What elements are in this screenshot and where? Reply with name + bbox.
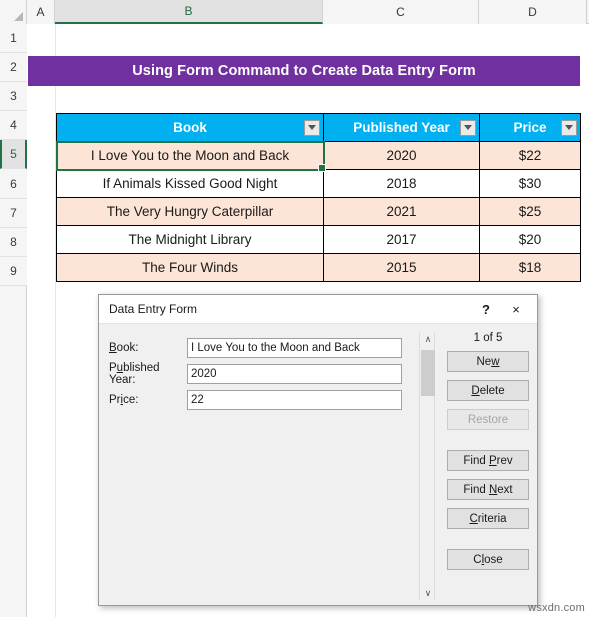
column-header-b[interactable]: B <box>55 0 323 24</box>
column-header-row: A B C D <box>0 0 589 24</box>
find-prev-button[interactable]: Find Prev <box>447 450 529 471</box>
row-header-2[interactable]: 2 <box>0 53 27 82</box>
watermark: wsxdn.com <box>528 602 585 614</box>
field-label-published-year: Published Year: <box>109 362 160 386</box>
cell-book-2[interactable]: If Animals Kissed Good Night <box>56 169 324 198</box>
field-label-price: Price: <box>109 394 139 406</box>
cell-price-2[interactable]: $30 <box>479 169 581 198</box>
cell-book-5[interactable]: The Four Winds <box>56 253 324 282</box>
scroll-down-icon[interactable]: ∨ <box>420 586 436 600</box>
row-header-9[interactable]: 9 <box>0 257 27 286</box>
record-counter: 1 of 5 <box>473 332 503 344</box>
record-scrollbar[interactable]: ∧ ∨ <box>419 332 435 600</box>
cell-price-4[interactable]: $20 <box>479 225 581 254</box>
cell-year-1[interactable]: 2020 <box>323 141 480 170</box>
table-row: The Very Hungry Caterpillar 2021 $25 <box>56 197 581 226</box>
delete-button[interactable]: Delete <box>447 380 529 401</box>
close-icon[interactable]: × <box>501 296 531 322</box>
row-header-strip: 1 2 3 4 5 6 7 8 9 <box>0 24 27 617</box>
row-header-5[interactable]: 5 <box>0 140 27 169</box>
table-header-price[interactable]: Price <box>479 113 581 142</box>
cell-year-2[interactable]: 2018 <box>323 169 480 198</box>
cell-price-3[interactable]: $25 <box>479 197 581 226</box>
dialog-button-column: 1 of 5 New Delete Restore Find Prev Find… <box>447 332 529 578</box>
table-header-published-year[interactable]: Published Year <box>323 113 480 142</box>
column-header-a[interactable]: A <box>27 0 55 24</box>
row-header-4[interactable]: 4 <box>0 111 27 140</box>
scrollbar-thumb[interactable] <box>421 350 435 396</box>
scroll-up-icon[interactable]: ∧ <box>420 332 436 346</box>
worksheet-title-banner: Using Form Command to Create Data Entry … <box>28 56 580 86</box>
restore-button[interactable]: Restore <box>447 409 529 430</box>
column-header-d[interactable]: D <box>479 0 587 24</box>
table-row: The Four Winds 2015 $18 <box>56 253 581 282</box>
select-all-corner[interactable] <box>0 0 27 24</box>
table-row: I Love You to the Moon and Back 2020 $22 <box>55 140 581 173</box>
find-next-button[interactable]: Find Next <box>447 479 529 500</box>
row-header-7[interactable]: 7 <box>0 199 27 228</box>
criteria-button[interactable]: Criteria <box>447 508 529 529</box>
new-button[interactable]: New <box>447 351 529 372</box>
dialog-body: Book: Published Year: Price: ∧ ∨ 1 of 5 … <box>99 324 537 605</box>
table-row: If Animals Kissed Good Night 2018 $30 <box>56 169 581 198</box>
cell-book-4[interactable]: The Midnight Library <box>56 225 324 254</box>
dialog-titlebar[interactable]: Data Entry Form ? × <box>99 295 537 324</box>
cell-year-3[interactable]: 2021 <box>323 197 480 226</box>
row-header-3[interactable]: 3 <box>0 82 27 111</box>
book-data-table: Book Published Year Price I Love You to … <box>55 113 581 282</box>
published-year-input[interactable] <box>187 364 402 384</box>
filter-dropdown-icon-book[interactable] <box>304 119 320 136</box>
row-header-6[interactable]: 6 <box>0 169 27 199</box>
table-header-row: Book Published Year Price <box>56 113 581 142</box>
table-row: The Midnight Library 2017 $20 <box>56 225 581 254</box>
row-header-1[interactable]: 1 <box>0 24 27 53</box>
button-group-divider-2 <box>447 537 529 549</box>
table-header-book[interactable]: Book <box>56 113 324 142</box>
cell-book-1[interactable]: I Love You to the Moon and Back <box>55 140 327 173</box>
book-input[interactable] <box>187 338 402 358</box>
button-group-divider <box>447 438 529 450</box>
help-icon[interactable]: ? <box>471 296 501 322</box>
field-row-published-year: Published Year: <box>109 362 402 386</box>
table-header-price-label: Price <box>513 120 547 135</box>
cell-price-1[interactable]: $22 <box>479 141 581 170</box>
row-header-8[interactable]: 8 <box>0 228 27 257</box>
table-header-book-label: Book <box>173 120 207 135</box>
price-input[interactable] <box>187 390 402 410</box>
dialog-title: Data Entry Form <box>109 302 198 316</box>
close-button[interactable]: Close <box>447 549 529 570</box>
cell-price-5[interactable]: $18 <box>479 253 581 282</box>
field-row-price: Price: <box>109 390 402 410</box>
column-header-c[interactable]: C <box>323 0 479 24</box>
data-entry-form-dialog: Data Entry Form ? × Book: Published Year… <box>98 294 538 606</box>
filter-dropdown-icon-published-year[interactable] <box>460 119 476 136</box>
cell-book-3[interactable]: The Very Hungry Caterpillar <box>56 197 324 226</box>
field-label-book: Book: <box>109 342 139 354</box>
cell-year-4[interactable]: 2017 <box>323 225 480 254</box>
excel-worksheet-screen: A B C D 1 2 3 4 5 6 7 8 9 Using Form Com… <box>0 0 589 617</box>
table-header-published-year-label: Published Year <box>353 120 450 135</box>
filter-dropdown-icon-price[interactable] <box>561 119 577 136</box>
field-row-book: Book: <box>109 338 402 358</box>
cell-year-5[interactable]: 2015 <box>323 253 480 282</box>
